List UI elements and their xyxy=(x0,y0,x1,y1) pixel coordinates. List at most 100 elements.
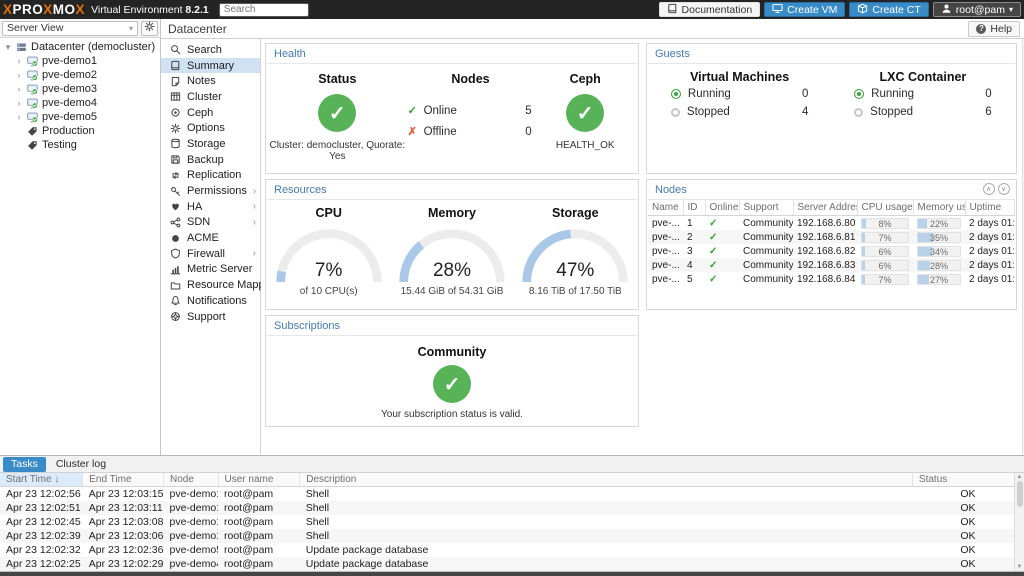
create-vm-button[interactable]: Create VM xyxy=(764,2,845,17)
menu-item-label: Ceph xyxy=(187,107,213,119)
lxc-heading: LXC Container xyxy=(831,70,1014,84)
collapse-down-icon[interactable]: ∨ xyxy=(998,183,1010,195)
column-header-description[interactable]: Description xyxy=(300,473,913,487)
column-header[interactable]: CPU usage xyxy=(857,200,913,216)
column-header[interactable]: Name xyxy=(648,200,683,216)
chevron-right-icon: › xyxy=(15,98,23,108)
menu-item-support[interactable]: Support xyxy=(161,309,260,325)
column-header[interactable]: Online xyxy=(705,200,739,216)
help-button[interactable]: ? Help xyxy=(968,21,1020,37)
view-mode-select[interactable]: Server View ▾ xyxy=(2,21,138,36)
menu-item-label: Support xyxy=(187,311,226,323)
menu-item-acme[interactable]: ACME xyxy=(161,230,260,246)
proxmox-logo: XPROXMOX xyxy=(3,2,85,17)
subscriptions-panel: Subscriptions Community ✓ Your subscript… xyxy=(265,315,639,427)
column-header-start-time[interactable]: Start Time ↓ xyxy=(0,473,83,487)
menu-item-sdn[interactable]: SDN› xyxy=(161,215,260,231)
tree-item[interactable]: ▾Datacenter (democluster) xyxy=(0,40,160,54)
context-header: Datacenter ? Help xyxy=(161,19,1024,39)
permissions-icon xyxy=(170,186,181,197)
task-row[interactable]: Apr 23 12:02:25Apr 23 12:02:29pve-demo4r… xyxy=(0,557,1024,571)
scroll-up-icon[interactable]: ▲ xyxy=(1017,474,1023,480)
online-check-icon: ✓ xyxy=(709,232,717,243)
menu-item-resource-mappings[interactable]: Resource Mappings xyxy=(161,277,260,293)
menu-item-ha[interactable]: HA› xyxy=(161,199,260,215)
menu-item-label: HA xyxy=(187,201,202,213)
menu-item-storage[interactable]: Storage xyxy=(161,136,260,152)
online-check-icon: ✓ xyxy=(709,260,717,271)
column-header[interactable]: ID xyxy=(683,200,705,216)
user-menu-button[interactable]: root@pam ▾ xyxy=(933,2,1021,17)
tasks-scrollbar[interactable]: ▲ ▼ xyxy=(1014,473,1024,571)
task-row[interactable]: Apr 23 12:02:39Apr 23 12:03:06pve-demo1r… xyxy=(0,529,1024,543)
column-header-user-name[interactable]: User name xyxy=(218,473,300,487)
menu-item-permissions[interactable]: Permissions› xyxy=(161,183,260,199)
menu-item-backup[interactable]: Backup xyxy=(161,152,260,168)
menu-item-search[interactable]: Search xyxy=(161,42,260,58)
tree-item[interactable]: › pve-demo2 xyxy=(0,68,160,82)
vm-heading: Virtual Machines xyxy=(648,70,831,84)
node-row[interactable]: pve-... 4 ✓ Community 192.168.6.83 6% 28… xyxy=(648,258,1014,272)
nodes-online-row: ✓ Online 5 xyxy=(408,100,536,121)
menu-item-summary[interactable]: Summary xyxy=(161,58,260,74)
search-input[interactable] xyxy=(219,3,309,17)
subscription-ok-icon: ✓ xyxy=(433,365,471,403)
tab-tasks[interactable]: Tasks xyxy=(3,457,46,472)
chevron-right-icon: › xyxy=(15,70,23,80)
menu-item-label: Summary xyxy=(187,60,234,72)
menu-item-notifications[interactable]: Notifications xyxy=(161,293,260,309)
menu-item-options[interactable]: Options xyxy=(161,120,260,136)
menu-item-firewall[interactable]: Firewall› xyxy=(161,246,260,262)
tree-item-label: pve-demo2 xyxy=(42,69,97,81)
column-header[interactable]: Support xyxy=(739,200,793,216)
scrollbar-thumb[interactable] xyxy=(1017,481,1023,507)
ceph-ok-icon: ✓ xyxy=(566,94,604,132)
node-row[interactable]: pve-... 5 ✓ Community 192.168.6.84 7% 27… xyxy=(648,272,1014,286)
menu-item-replication[interactable]: Replication xyxy=(161,168,260,184)
menu-item-ceph[interactable]: Ceph xyxy=(161,105,260,121)
tree-item[interactable]: ›pve-demo1 xyxy=(0,54,160,68)
menu-item-metric-server[interactable]: Metric Server xyxy=(161,262,260,278)
column-header-status[interactable]: Status xyxy=(912,473,1023,487)
user-icon xyxy=(941,3,952,17)
create-ct-button[interactable]: Create CT xyxy=(849,2,928,17)
collapse-up-icon[interactable]: ∧ xyxy=(983,183,995,195)
menu-item-cluster[interactable]: Cluster xyxy=(161,89,260,105)
ceph-icon xyxy=(170,107,181,118)
documentation-button[interactable]: Documentation xyxy=(659,2,761,17)
tree-item-label: pve-demo5 xyxy=(42,111,97,123)
column-header-end-time[interactable]: End Time xyxy=(83,473,164,487)
node-row[interactable]: pve-... 1 ✓ Community 192.168.6.80 8% 22… xyxy=(648,216,1014,231)
tree-settings-button[interactable] xyxy=(141,21,158,36)
tree-item[interactable]: Testing xyxy=(0,138,160,152)
search-icon xyxy=(170,44,181,55)
task-row[interactable]: Apr 23 12:02:56Apr 23 12:03:15pve-demo1r… xyxy=(0,487,1024,502)
scroll-down-icon[interactable]: ▼ xyxy=(1017,564,1023,570)
tree-item[interactable]: ›pve-demo3 xyxy=(0,82,160,96)
backup-icon xyxy=(170,154,181,165)
node-row[interactable]: pve-... 3 ✓ Community 192.168.6.82 6% 34… xyxy=(648,244,1014,258)
task-row[interactable]: Apr 23 12:02:45Apr 23 12:03:08pve-demo1r… xyxy=(0,515,1024,529)
column-header[interactable]: Uptime xyxy=(965,200,1014,216)
lxc-running-row: Running 0 xyxy=(854,88,991,100)
vm-stopped-row: Stopped 4 xyxy=(671,106,808,118)
node-row[interactable]: pve-... 2 ✓ Community 192.168.6.81 7% 35… xyxy=(648,230,1014,244)
task-row[interactable]: Apr 23 12:02:32Apr 23 12:02:36pve-demo5r… xyxy=(0,543,1024,557)
menu-item-label: Backup xyxy=(187,154,224,166)
tab-cluster-log[interactable]: Cluster log xyxy=(48,457,114,472)
column-header[interactable]: Server Address xyxy=(793,200,857,216)
storage-icon xyxy=(170,138,181,149)
menu-item-notes[interactable]: Notes xyxy=(161,73,260,89)
tree-item[interactable]: ›pve-demo4 xyxy=(0,96,160,110)
node-icon xyxy=(27,112,38,123)
gauge-heading: Storage xyxy=(514,206,637,220)
column-header-node[interactable]: Node xyxy=(164,473,219,487)
nodes-offline-row: ✗ Offline 0 xyxy=(408,121,536,142)
column-header[interactable]: Memory usage xyxy=(913,200,965,216)
tree-item[interactable]: ›pve-demo5 xyxy=(0,110,160,124)
task-row[interactable]: Apr 23 12:02:51Apr 23 12:03:11pve-demo1r… xyxy=(0,501,1024,515)
tree-item-label: Production xyxy=(42,125,95,137)
chart-icon xyxy=(170,264,181,275)
memory-usage-bar: 22% xyxy=(917,218,961,229)
tree-item[interactable]: Production xyxy=(0,124,160,138)
